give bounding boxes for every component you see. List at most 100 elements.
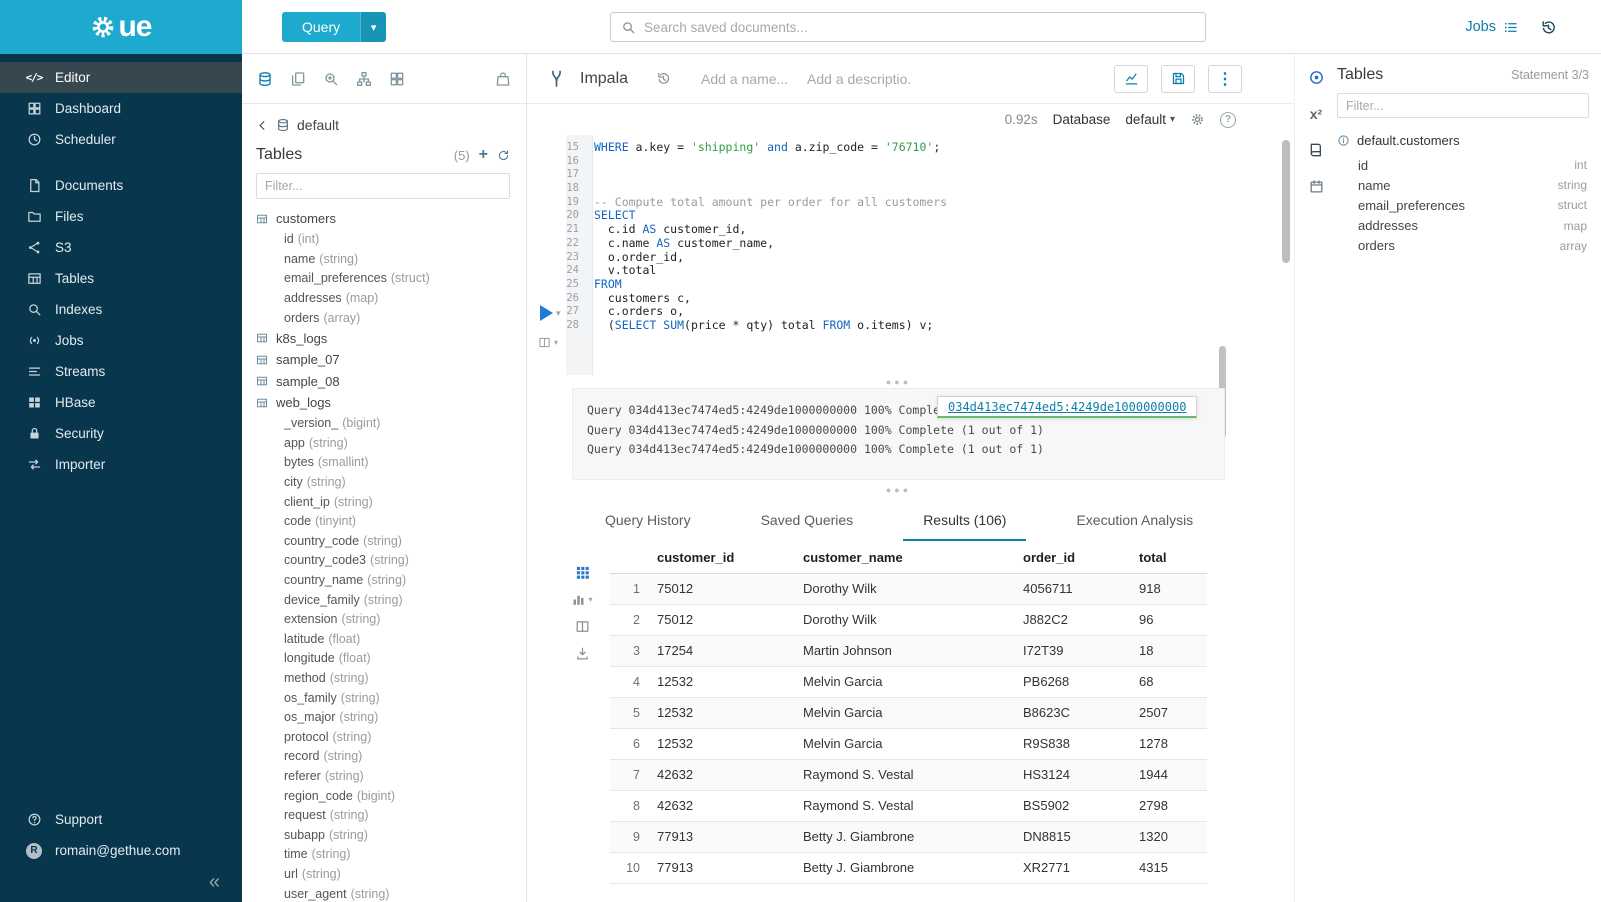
sidebar-item-indexes[interactable]: Indexes [0,294,242,325]
assist-column-row[interactable]: bytes(smallint) [256,453,510,473]
sidebar-item-security[interactable]: Security [0,418,242,449]
resize-handle-top[interactable]: ●●● [572,377,1225,387]
assist-table-web-logs[interactable]: web_logs [256,392,510,414]
assist-column-row[interactable]: extension(string) [256,609,510,629]
code-line[interactable]: 25FROM [527,278,1264,292]
assist-table-sample-07[interactable]: sample_07 [256,349,510,371]
chart-view-button[interactable]: ▾ [571,592,592,607]
user-menu[interactable]: R romain@gethue.com [0,835,242,866]
assist-column-row[interactable]: _version_(bigint) [256,413,510,433]
assist-column-row[interactable]: longitude(float) [256,649,510,669]
download-icon[interactable] [575,646,590,661]
sidebar-item-files[interactable]: Files [0,201,242,232]
code-line[interactable]: 21 c.id AS customer_id, [527,223,1264,237]
column-item-id[interactable]: idint [1337,155,1589,175]
assist-column-row[interactable]: request(string) [256,805,510,825]
assist-column-row[interactable]: app(string) [256,433,510,453]
sidebar-item-dashboard[interactable]: Dashboard [0,93,242,124]
breadcrumb[interactable]: default [256,117,510,133]
help-circle-icon[interactable]: ? [1220,112,1236,128]
assist-table-sample-08[interactable]: sample_08 [256,370,510,392]
tab-saved-queries[interactable]: Saved Queries [741,501,874,541]
code-line[interactable]: 16 [527,155,1264,169]
snippet-history-icon[interactable] [656,71,671,86]
assist-column-row[interactable]: email_preferences(struct) [256,269,510,289]
columns-view-icon[interactable] [575,619,590,634]
assist-column-row[interactable]: subapp(string) [256,825,510,845]
code-line[interactable]: 19-- Compute total amount per order for … [527,196,1264,210]
search-input[interactable] [644,20,1195,35]
calendar-icon[interactable] [1309,179,1324,194]
assist-column-row[interactable]: time(string) [256,845,510,865]
sitemap-icon[interactable] [356,71,372,87]
assist-column-row[interactable]: client_ip(string) [256,492,510,512]
databases-icon[interactable] [257,71,273,87]
assist-column-row[interactable]: region_code(bigint) [256,786,510,806]
code-line[interactable]: 17 [527,168,1264,182]
support-link[interactable]: Support [0,804,242,835]
assist-column-row[interactable]: os_family(string) [256,688,510,708]
assist-table-customers[interactable]: customers [256,208,510,230]
sidebar-item-s3[interactable]: S3 [0,232,242,263]
assist-column-row[interactable]: record(string) [256,747,510,767]
query-description-input[interactable] [807,71,911,87]
sidebar-item-hbase[interactable]: HBase [0,387,242,418]
assist-column-row[interactable]: country_code3(string) [256,551,510,571]
column-header-order-id[interactable]: order_id [1021,543,1137,573]
functions-superscript-icon[interactable]: x² [1310,107,1322,121]
right-filter-input[interactable] [1346,99,1580,113]
settings-gear-icon[interactable] [1190,112,1205,127]
assist-column-row[interactable]: country_code(string) [256,531,510,551]
documentation-book-icon[interactable] [1308,142,1324,158]
assist-column-row[interactable]: country_name(string) [256,570,510,590]
code-line[interactable]: 27 c.orders o, [527,305,1264,319]
sql-editor[interactable]: 15WHERE a.key = 'shipping' and a.zip_cod… [527,135,1294,375]
query-dropdown-caret[interactable]: ▾ [360,12,386,42]
assist-column-row[interactable]: code(tinyint) [256,511,510,531]
save-query-button[interactable] [1161,65,1195,93]
column-header-customer-id[interactable]: customer_id [655,543,801,573]
code-line[interactable]: 28 (SELECT SUM(price * qty) total FROM o… [527,319,1264,333]
code-line[interactable]: 20SELECT [527,209,1264,223]
assist-column-row[interactable]: url(string) [256,864,510,884]
code-line[interactable]: 26 customers c, [527,292,1264,306]
column-header-total[interactable]: total [1137,543,1207,573]
query-button-label[interactable]: Query [282,12,360,42]
column-item-addresses[interactable]: addressesmap [1337,216,1589,236]
more-actions-button[interactable]: ⋮ [1208,65,1242,93]
jobs-link[interactable]: Jobs [1465,19,1518,35]
code-line[interactable]: 18 [527,182,1264,196]
assist-column-row[interactable]: city(string) [256,472,510,492]
tab-query-history[interactable]: Query History [585,501,711,541]
assist-column-row[interactable]: addresses(map) [256,288,510,308]
bag-icon[interactable] [495,71,511,87]
database-selector[interactable]: default ▾ [1125,112,1175,127]
column-item-email-preferences[interactable]: email_preferencesstruct [1337,195,1589,215]
documents-copy-icon[interactable] [290,71,306,87]
assist-column-row[interactable]: orders(array) [256,308,510,328]
assist-column-row[interactable]: os_major(string) [256,707,510,727]
resize-handle-bottom[interactable]: ●●● [572,485,1225,495]
main-scrollbar[interactable] [1282,140,1290,263]
query-name-input[interactable] [701,71,793,87]
assist-column-row[interactable]: protocol(string) [256,727,510,747]
add-table-icon[interactable]: + [479,147,488,163]
assist-column-row[interactable]: latitude(float) [256,629,510,649]
code-line[interactable]: 23 o.order_id, [527,251,1264,265]
column-item-orders[interactable]: ordersarray [1337,236,1589,256]
collapse-sidebar-button[interactable]: « [209,872,220,892]
query-history-icon[interactable] [1540,19,1557,36]
table-filter-input[interactable] [265,179,501,193]
sidebar-item-tables[interactable]: Tables [0,263,242,294]
grid-icon[interactable] [389,71,405,87]
assist-column-row[interactable]: method(string) [256,668,510,688]
code-line[interactable]: 15WHERE a.key = 'shipping' and a.zip_cod… [527,141,1264,155]
chart-settings-button[interactable] [1114,65,1148,93]
assist-column-row[interactable]: device_family(string) [256,590,510,610]
sidebar-item-editor[interactable]: </>Editor [0,62,242,93]
sidebar-item-documents[interactable]: Documents [0,170,242,201]
code-line[interactable]: 22 c.name AS customer_name, [527,237,1264,251]
active-table-row[interactable]: default.customers [1337,133,1589,148]
assistant-target-icon[interactable] [1308,69,1325,86]
code-line[interactable]: 24 v.total [527,264,1264,278]
